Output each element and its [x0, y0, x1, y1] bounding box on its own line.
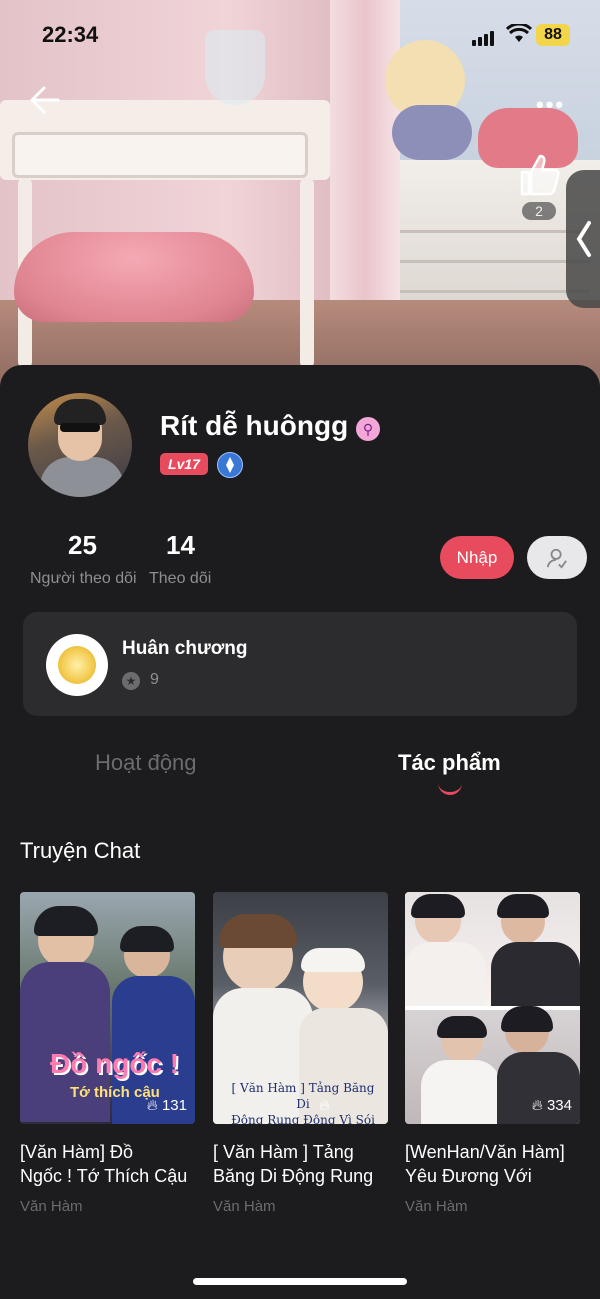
- view-count: 334: [546, 1097, 572, 1114]
- home-indicator[interactable]: [193, 1278, 407, 1285]
- story-author: Văn Hàm: [405, 1198, 468, 1215]
- medal-title: Huân chương: [122, 638, 248, 659]
- user-action-button[interactable]: [527, 536, 587, 579]
- star-icon: ★: [122, 672, 140, 690]
- like-count: 2: [522, 202, 556, 220]
- signal-icon: [472, 28, 496, 46]
- followers-label[interactable]: Người theo dõi: [30, 570, 137, 588]
- story-card[interactable]: Đồ ngốc ! Tớ thích cậu 🔥︎ 131 [Văn Hàm] …: [20, 892, 195, 1215]
- following-label[interactable]: Theo dõi: [149, 570, 211, 588]
- avatar[interactable]: [28, 393, 132, 497]
- cover-title: Đồ ngốc !: [50, 1048, 180, 1079]
- level-badge[interactable]: Lv17: [160, 453, 208, 475]
- story-author: Văn Hàm: [213, 1198, 276, 1215]
- battery-indicator: 88: [536, 24, 570, 46]
- medal-icon: [46, 634, 108, 696]
- story-cover[interactable]: [ Văn Hàm ] Tảng Băng Di Động Rung Động V…: [213, 892, 388, 1124]
- back-arrow-icon[interactable]: [28, 84, 60, 116]
- fire-icon: 🔥︎: [146, 1097, 158, 1114]
- story-title: [WenHan/Văn Hàm] Yêu Đương Với: [405, 1142, 565, 1186]
- story-card[interactable]: 🔥︎ 334 [WenHan/Văn Hàm] Yêu Đương Với Văn…: [405, 892, 580, 1215]
- chevron-left-icon: [576, 221, 591, 257]
- story-cover[interactable]: 🔥︎ 334: [405, 892, 580, 1124]
- story-author: Văn Hàm: [20, 1198, 83, 1215]
- join-button[interactable]: Nhập: [440, 536, 514, 579]
- story-title: [Văn Hàm] Đồ Ngốc ! Tớ Thích Cậu: [20, 1142, 188, 1186]
- side-drawer-handle[interactable]: [566, 170, 600, 308]
- gender-icon: ⚲: [356, 417, 380, 441]
- story-title: [ Văn Hàm ] Tảng Băng Di Động Rung: [213, 1142, 374, 1186]
- achievement-badge-icon[interactable]: [217, 452, 243, 478]
- status-time: 22:34: [42, 22, 99, 47]
- medal-count: 9: [150, 671, 159, 688]
- user-icon: [546, 548, 567, 569]
- cover-text: [ Văn Hàm ] Tảng Băng Di Động Rung Động V…: [231, 1081, 375, 1124]
- status-bar: 22:34 88: [0, 0, 600, 70]
- fire-icon: 🔥︎: [318, 1097, 330, 1114]
- fire-icon: 🔥︎: [531, 1097, 543, 1114]
- thumbs-up-icon[interactable]: [514, 150, 564, 200]
- story-cover[interactable]: Đồ ngốc ! Tớ thích cậu 🔥︎ 131: [20, 892, 195, 1124]
- followers-count[interactable]: 25: [68, 530, 97, 561]
- tab-activity[interactable]: Hoạt động: [95, 750, 197, 776]
- profile-name: Rít dễ huôngg: [160, 410, 349, 441]
- more-options-icon[interactable]: •••: [536, 92, 565, 118]
- story-card[interactable]: [ Văn Hàm ] Tảng Băng Di Động Rung Động V…: [213, 892, 388, 1215]
- tab-works[interactable]: Tác phẩm: [398, 750, 501, 776]
- following-count[interactable]: 14: [166, 530, 195, 561]
- section-title: Truyện Chat: [20, 838, 141, 863]
- view-count: 131: [161, 1097, 187, 1114]
- wifi-icon: [506, 24, 532, 42]
